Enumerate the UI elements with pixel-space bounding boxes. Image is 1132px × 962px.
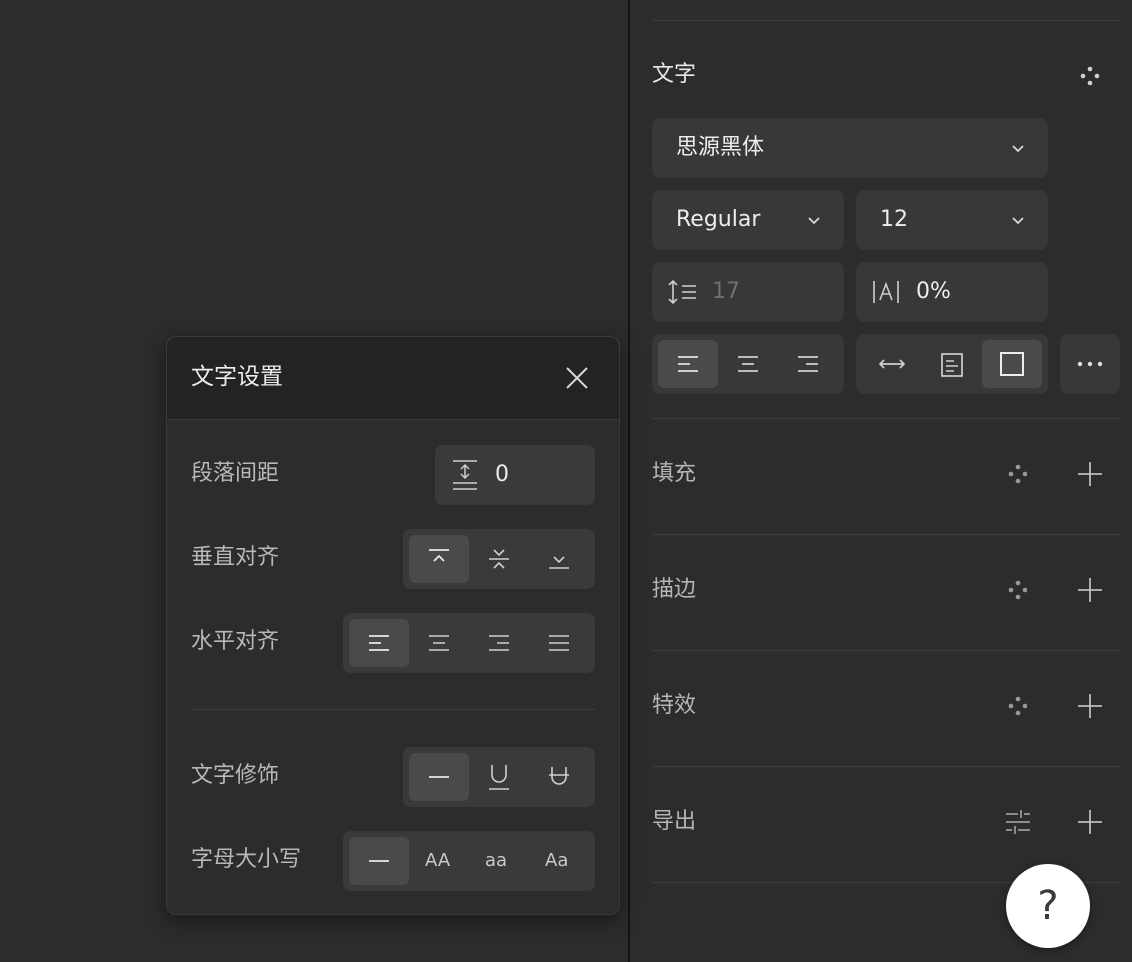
align-bottom-icon[interactable] [547,547,571,571]
chevron-down-icon [1012,217,1024,225]
effects-style-icon[interactable] [1006,694,1030,718]
popup-divider [191,709,595,710]
letter-spacing-icon [873,281,899,303]
properties-panel: 文字 思源黑体 Regular 12 17 0% 填充 描边 特效 导出 [630,0,1132,962]
vertical-align-group [403,529,595,589]
more-icon [1077,361,1103,367]
letter-case-group: AA aa Aa [343,831,595,891]
line-height-icon [668,279,696,305]
horizontal-align-label: 水平对齐 [191,629,280,654]
letter-spacing-value: 0% [916,279,951,304]
stroke-section-title: 描边 [652,577,697,602]
stroke-style-icon[interactable] [1006,578,1030,602]
add-fill-icon[interactable] [1077,461,1103,487]
section-divider [652,418,1120,419]
titlecase-option[interactable]: Aa [545,852,568,870]
add-export-icon[interactable] [1077,809,1103,835]
text-settings-popup: 文字设置 段落间距 0 垂直对齐 水平对齐 文字修饰 字母大小写 AA aa A… [166,336,620,915]
decoration-group [403,747,595,807]
align-right-icon[interactable] [796,352,820,376]
text-align-group [652,334,844,394]
paragraph-spacing-value: 0 [495,462,509,487]
align-right-icon[interactable] [487,631,511,655]
align-middle-icon[interactable] [487,547,511,571]
text-section-title: 文字 [652,62,697,87]
section-divider [652,766,1120,767]
lowercase-option[interactable]: aa [485,852,507,870]
fill-style-icon[interactable] [1006,462,1030,486]
line-height-input[interactable]: 17 [652,262,844,322]
close-icon[interactable] [565,366,589,390]
add-effect-icon[interactable] [1077,693,1103,719]
font-weight-select[interactable]: Regular [652,190,844,250]
auto-height-icon[interactable] [940,352,964,378]
no-case-icon[interactable] [367,849,391,873]
line-height-placeholder: 17 [712,279,740,304]
letter-spacing-input[interactable]: 0% [856,262,1048,322]
decoration-label: 文字修饰 [191,763,280,788]
fixed-size-icon[interactable] [999,351,1025,377]
export-settings-icon[interactable] [1004,808,1032,836]
effects-section-title: 特效 [652,693,697,718]
align-center-icon[interactable] [427,631,451,655]
add-stroke-icon[interactable] [1077,577,1103,603]
paragraph-spacing-label: 段落间距 [191,461,280,486]
font-size-value: 12 [880,207,908,232]
horizontal-align-group [343,613,595,673]
font-family-value: 思源黑体 [676,135,765,160]
auto-width-icon[interactable] [878,352,906,376]
section-divider [652,20,1120,21]
letter-case-label: 字母大小写 [191,847,302,872]
align-center-icon[interactable] [736,352,760,376]
uppercase-option[interactable]: AA [425,852,450,870]
section-divider [652,650,1120,651]
more-options-button[interactable] [1060,334,1120,394]
vertical-align-label: 垂直对齐 [191,545,280,570]
underline-icon[interactable] [487,763,511,791]
no-decoration-icon[interactable] [427,765,451,789]
fill-section-title: 填充 [652,461,697,486]
help-button[interactable]: ? [1006,864,1090,948]
font-size-select[interactable]: 12 [856,190,1048,250]
align-top-icon[interactable] [427,547,451,571]
align-justify-icon[interactable] [547,631,571,655]
chevron-down-icon [1012,145,1024,153]
align-left-icon[interactable] [367,631,391,655]
resize-mode-group [856,334,1048,394]
chevron-down-icon [808,217,820,225]
export-section-title: 导出 [652,809,697,834]
paragraph-spacing-icon [453,460,477,490]
style-icon[interactable] [1078,64,1102,88]
strikethrough-icon[interactable] [547,763,571,791]
font-family-select[interactable]: 思源黑体 [652,118,1048,178]
section-divider [652,534,1120,535]
popup-header: 文字设置 [167,337,619,420]
align-left-icon[interactable] [676,352,700,376]
font-weight-value: Regular [676,207,761,232]
popup-title: 文字设置 [191,364,283,390]
paragraph-spacing-input[interactable]: 0 [435,445,595,505]
